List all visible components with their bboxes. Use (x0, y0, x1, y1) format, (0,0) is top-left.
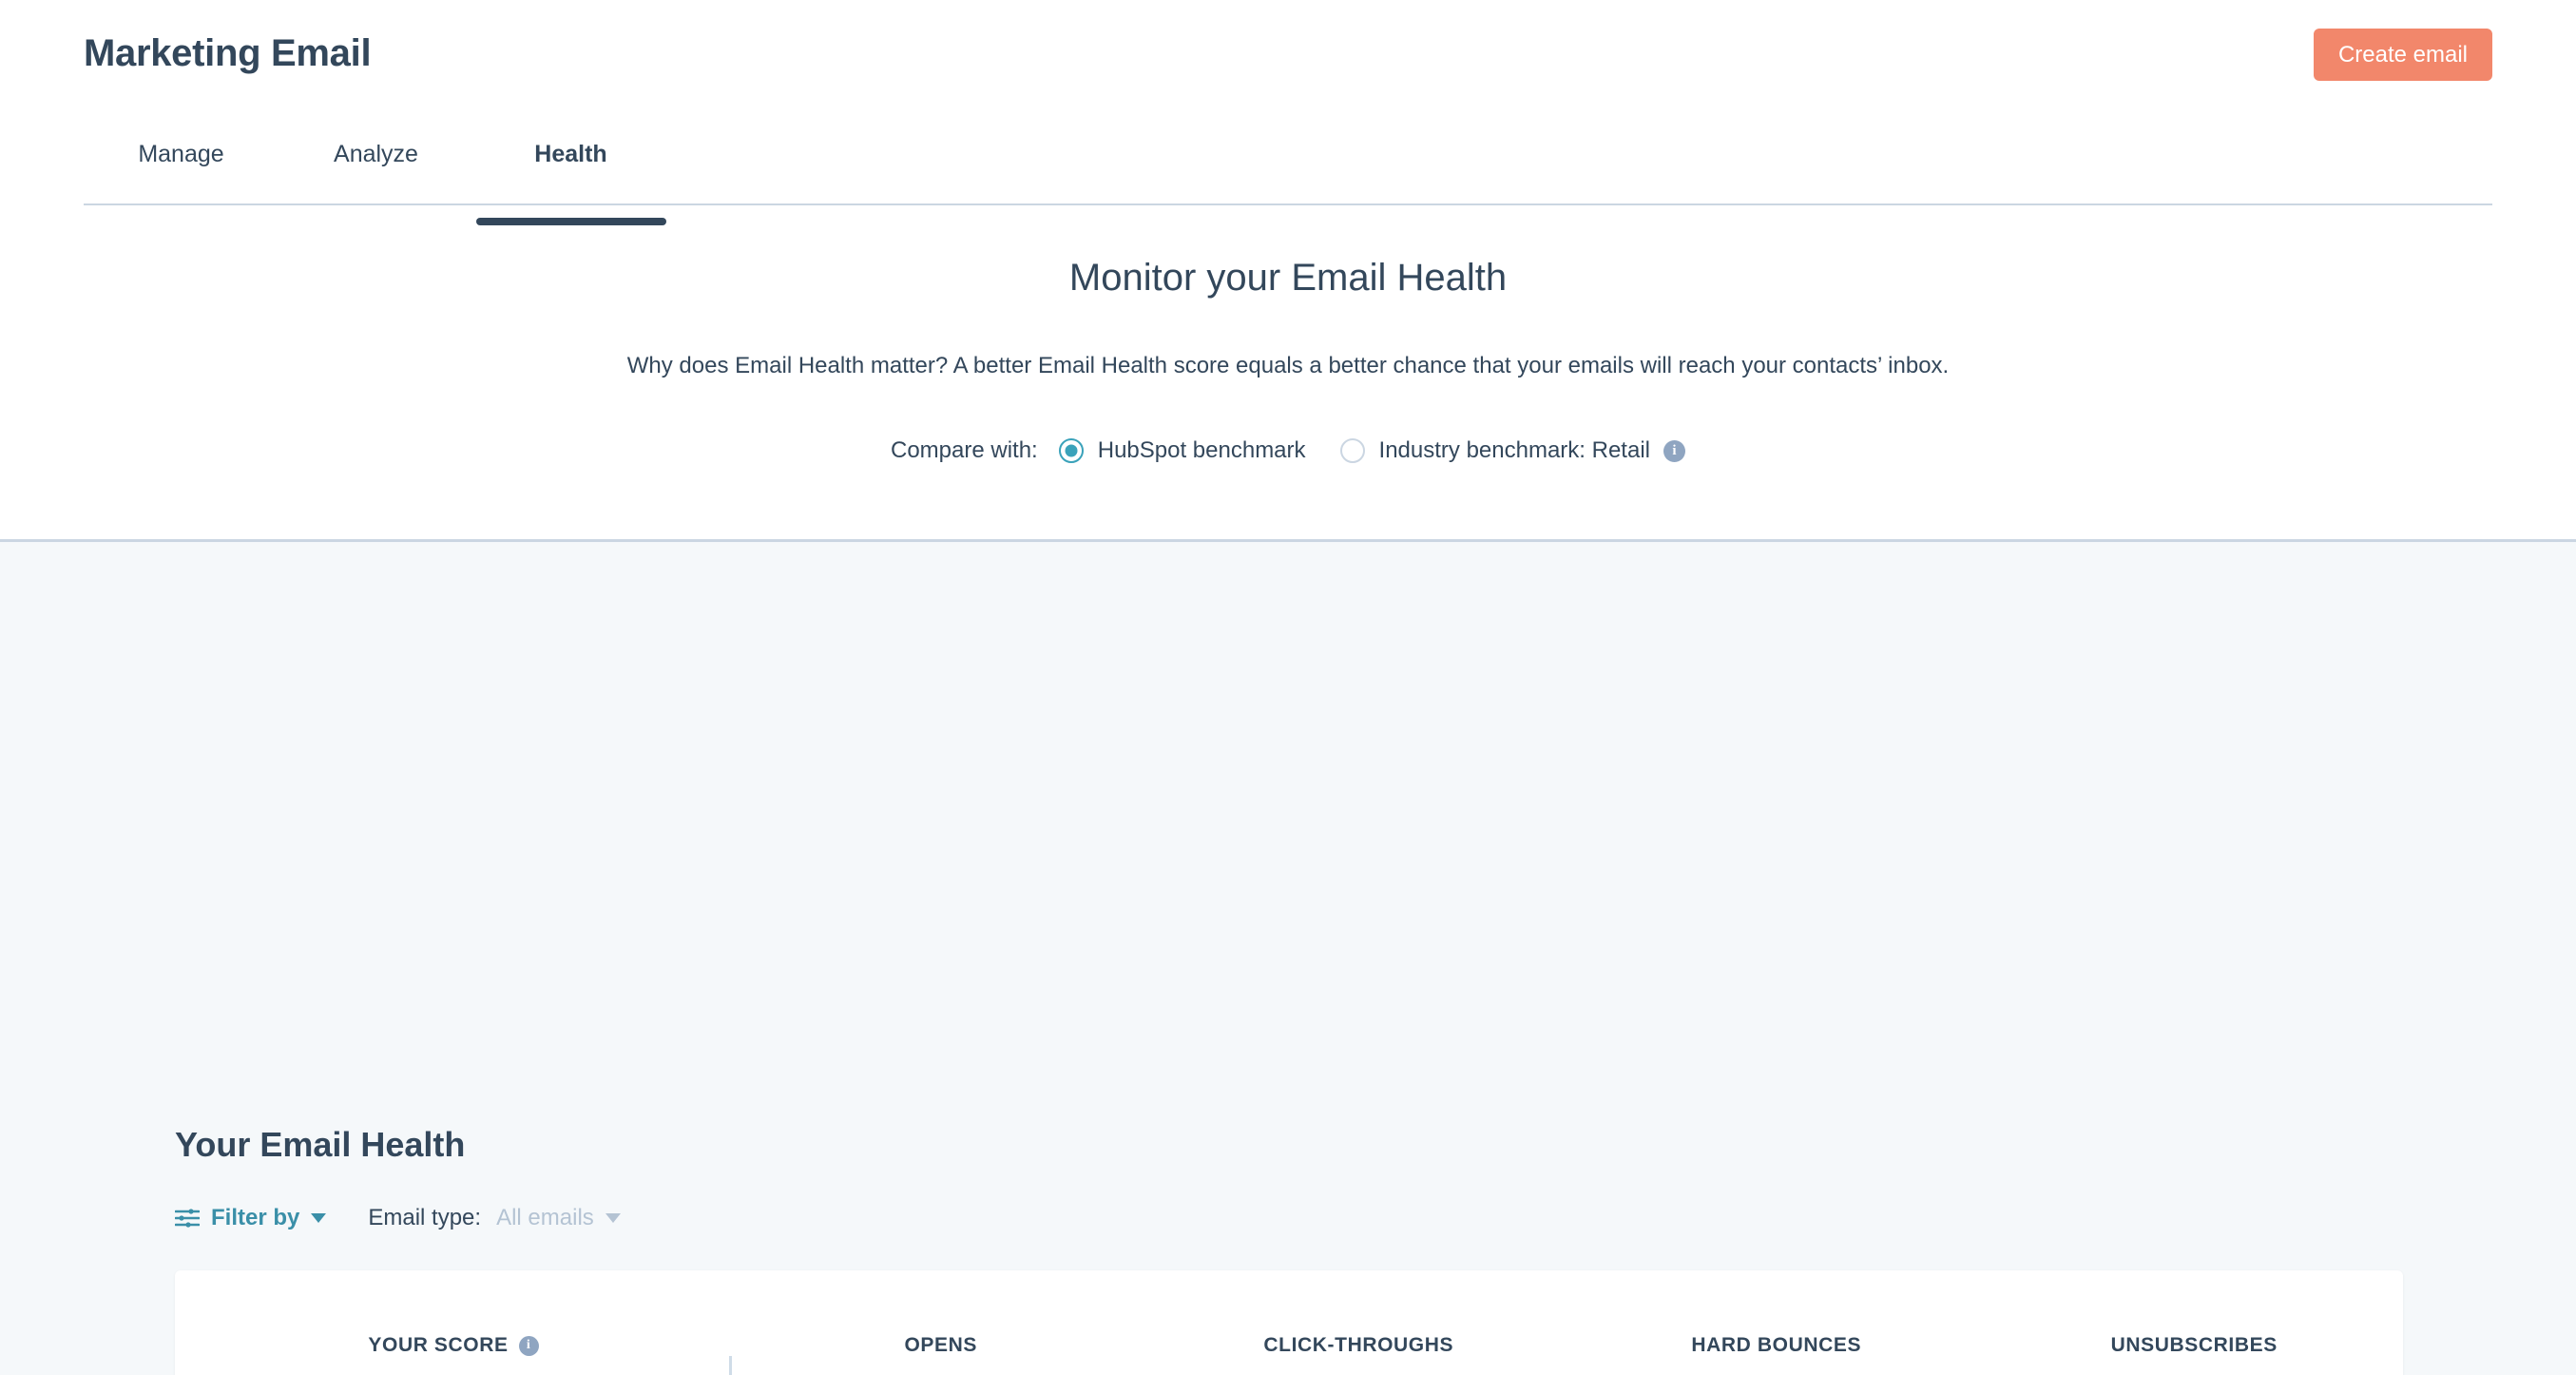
metric-opens: OPENS –% Not enough data Benchmark: 22% (732, 1334, 1150, 1375)
benchmark-compare-row: Compare with: HubSpot benchmark Industry… (0, 437, 2576, 464)
page-header-section: Marketing Email Create email Manage Anal… (0, 0, 2576, 542)
metric-value-opens: –% (732, 1368, 1150, 1375)
radio-option-industry-benchmark[interactable]: Industry benchmark: Retail (1339, 437, 1650, 464)
radio-label-hubspot: HubSpot benchmark (1097, 437, 1306, 463)
metric-hard-bounces: HARD BOUNCES –% Not enough data Benchmar… (1567, 1334, 1986, 1375)
radio-button-industry[interactable] (1339, 438, 1365, 463)
email-health-body: Your Email Health Filter by Email type: … (0, 542, 2576, 1375)
page-title: Marketing Email (84, 32, 372, 74)
metric-label-unsubscribes: UNSUBSCRIBES (2110, 1334, 2278, 1356)
metric-click-throughs: CLICK-THROUGHS –% Not enough data Benchm… (1150, 1334, 1568, 1375)
radio-button-hubspot[interactable] (1058, 438, 1084, 463)
metric-label-click-throughs: CLICK-THROUGHS (1263, 1334, 1454, 1356)
radio-label-industry: Industry benchmark: Retail (1378, 437, 1650, 463)
email-health-metrics-card: YOUR SCORE i Not enough data Jun 24 - Ju… (175, 1270, 2403, 1375)
metric-value-hard-bounces: –% (1567, 1368, 1986, 1375)
hero-subtitle: Why does Email Health matter? A better E… (626, 353, 1950, 378)
metric-value-unsubscribes: –% (1986, 1368, 2404, 1375)
compare-with-label: Compare with: (891, 437, 1038, 463)
email-type-dropdown[interactable]: All emails (496, 1205, 621, 1231)
chevron-down-icon-filter (311, 1213, 327, 1223)
tab-analyze[interactable]: Analyze (279, 124, 473, 168)
your-score-label: YOUR SCORE (368, 1334, 509, 1356)
metrics-grid: OPENS –% Not enough data Benchmark: 22% … (732, 1334, 2403, 1375)
email-type-value: All emails (496, 1205, 594, 1230)
filter-toolbar: Filter by Email type: All emails (175, 1205, 621, 1231)
tab-manage[interactable]: Manage (84, 124, 279, 168)
filter-by-button[interactable]: Filter by (175, 1205, 327, 1231)
filter-by-label: Filter by (211, 1205, 300, 1230)
radio-option-hubspot-benchmark[interactable]: HubSpot benchmark (1058, 437, 1306, 464)
metric-value-click-throughs: –% (1150, 1368, 1568, 1375)
hero-heading: Monitor your Email Health (1068, 257, 1508, 299)
create-email-button[interactable]: Create email (2313, 29, 2492, 81)
your-score-label-row: YOUR SCORE i (175, 1334, 732, 1357)
metric-label-hard-bounces: HARD BOUNCES (1691, 1334, 1862, 1356)
email-type-label: Email type: (368, 1205, 482, 1230)
tab-health[interactable]: Health (473, 124, 668, 225)
chevron-down-icon-email-type (605, 1213, 621, 1223)
sliders-icon (175, 1209, 200, 1228)
your-email-health-title: Your Email Health (175, 1125, 466, 1164)
your-score-pane: YOUR SCORE i Not enough data Jun 24 - Ju… (175, 1270, 732, 1375)
metric-label-opens: OPENS (904, 1334, 978, 1356)
info-icon-your-score[interactable]: i (518, 1335, 539, 1356)
info-icon-industry-benchmark[interactable]: i (1663, 439, 1685, 462)
metrics-pane: OPENS –% Not enough data Benchmark: 22% … (732, 1270, 2403, 1375)
tab-bar: Manage Analyze Health (84, 124, 2492, 225)
metric-unsubscribes: UNSUBSCRIBES –% Not enough data Benchmar… (1986, 1334, 2404, 1375)
